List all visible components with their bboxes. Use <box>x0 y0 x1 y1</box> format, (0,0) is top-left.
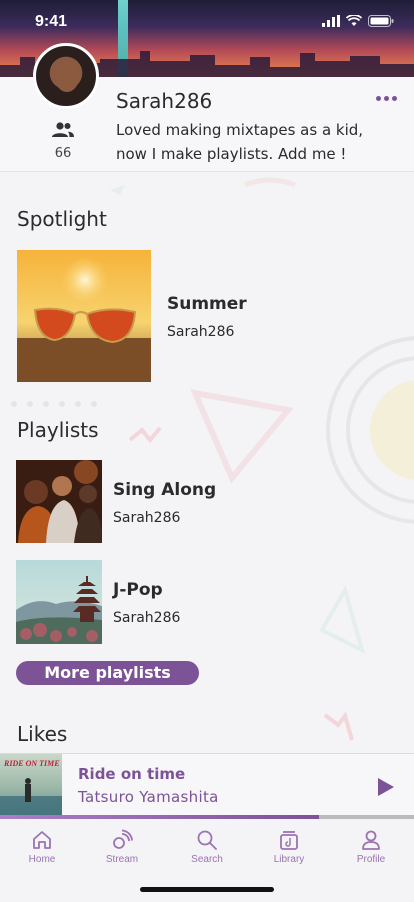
playlist-cover-j-pop[interactable] <box>16 560 102 644</box>
library-icon <box>280 831 298 850</box>
tab-search[interactable]: Search <box>174 829 240 865</box>
playlist-cover-sing-along[interactable] <box>16 460 102 543</box>
now-playing-bar[interactable]: RIDE ON TIME Ride on time Tatsuro Yamash… <box>0 753 414 817</box>
followers-count: 66 <box>54 146 72 161</box>
home-icon <box>33 831 51 849</box>
battery-icon <box>368 15 394 27</box>
spotlight-title[interactable]: Summer <box>167 294 247 314</box>
status-icons <box>322 15 394 27</box>
tab-home[interactable]: Home <box>9 829 75 865</box>
tab-library[interactable]: Library <box>256 829 322 865</box>
now-playing-cover[interactable]: RIDE ON TIME <box>0 754 62 816</box>
tab-label-stream: Stream <box>105 854 139 865</box>
spotlight-heading: Spotlight <box>17 207 107 231</box>
play-icon[interactable] <box>378 778 394 796</box>
more-horizontal-icon[interactable] <box>376 96 397 101</box>
playlist-owner-sing-along: Sarah286 <box>113 510 181 526</box>
home-indicator <box>140 887 274 892</box>
more-playlists-button[interactable]: More playlists <box>16 661 199 685</box>
tab-profile[interactable]: Profile <box>338 829 404 865</box>
people-icon <box>52 122 74 137</box>
now-playing-song[interactable]: Ride on time <box>78 765 185 783</box>
tab-label-home: Home <box>28 854 56 865</box>
spotlight-owner: Sarah286 <box>167 324 235 340</box>
tab-stream[interactable]: Stream <box>89 829 155 865</box>
profile-icon <box>362 830 380 850</box>
avatar[interactable] <box>33 43 99 109</box>
j-pop-cover-image <box>16 560 102 644</box>
playlist-title-sing-along[interactable]: Sing Along <box>113 480 216 500</box>
summer-cover-image <box>17 250 151 382</box>
stream-icon <box>113 829 133 849</box>
profile-bio: Loved making mixtapes as a kid, now I ma… <box>116 121 364 163</box>
tab-label-search: Search <box>191 854 223 865</box>
likes-heading: Likes <box>17 722 68 746</box>
search-icon <box>197 830 217 850</box>
playlist-title-j-pop[interactable]: J-Pop <box>113 580 163 600</box>
profile-username: Sarah286 <box>116 89 213 113</box>
ride-on-time-cover-image <box>0 778 62 816</box>
status-bar: 9:41 <box>0 0 414 44</box>
tab-label-profile: Profile <box>356 854 386 865</box>
playlists-heading: Playlists <box>17 418 99 442</box>
sing-along-cover-image <box>16 460 102 543</box>
followers[interactable]: 66 <box>46 122 80 161</box>
status-time: 9:41 <box>35 13 68 30</box>
playlist-owner-j-pop: Sarah286 <box>113 610 181 626</box>
tab-label-library: Library <box>273 854 305 865</box>
wifi-icon <box>346 15 362 26</box>
signal-icon <box>322 15 340 27</box>
now-playing-artist[interactable]: Tatsuro Yamashita <box>78 788 219 806</box>
spotlight-cover[interactable] <box>17 250 151 382</box>
